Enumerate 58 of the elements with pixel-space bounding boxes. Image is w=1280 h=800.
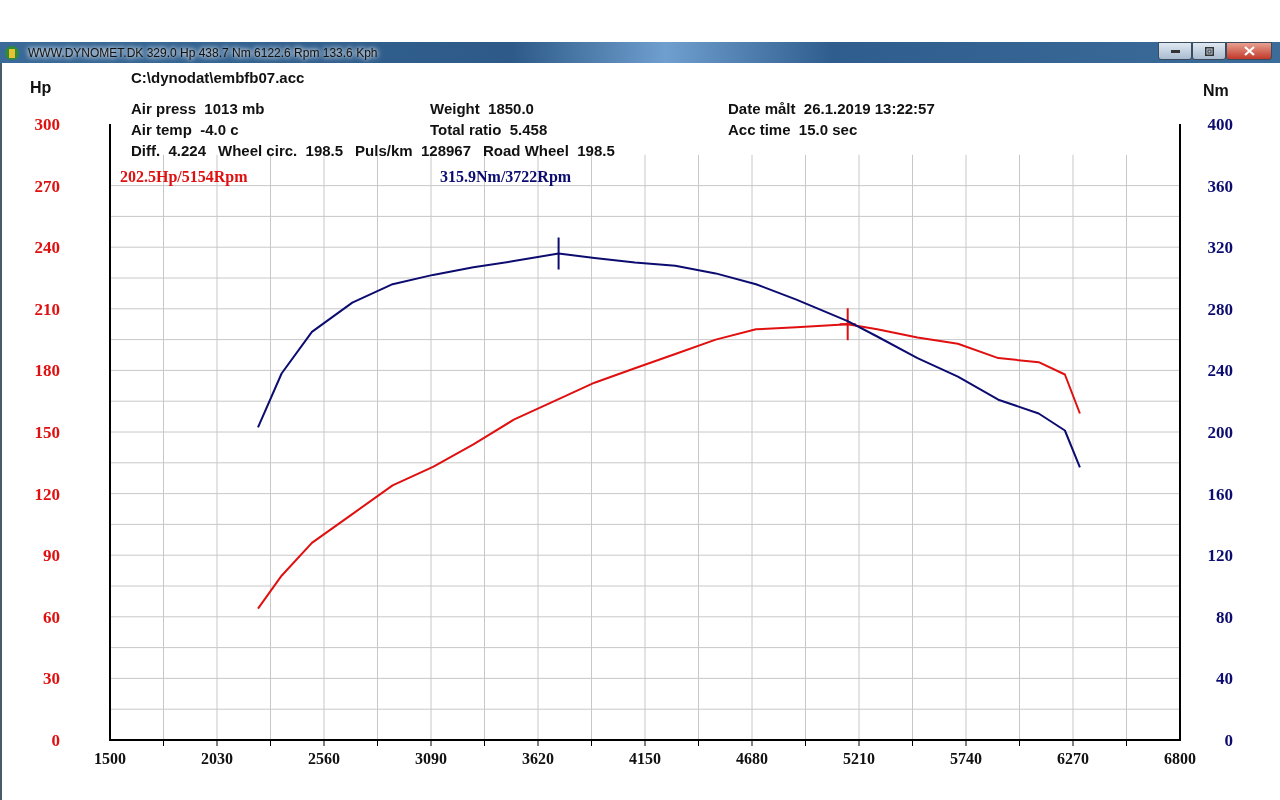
minimize-button[interactable] [1158,42,1192,60]
maximize-button[interactable] [1192,42,1226,60]
y-tick-label: 360 [1207,176,1233,196]
info-field: Date målt 26.1.2019 13:22:57 [728,97,1028,119]
y-tick-label: 120 [34,484,60,504]
info-field: Wheel circ. 198.5 [218,139,344,162]
y-tick-label: 30 [43,669,60,689]
y-tick-label: 240 [34,238,60,258]
y-tick-label: 0 [51,731,60,750]
peak-label: 315.9Nm/3722Rpm [440,168,572,185]
close-button[interactable] [1226,42,1272,60]
file-path: C:\dynodat\embfb07.acc [131,68,306,88]
y-tick-label: 180 [34,361,60,381]
app-icon [4,44,20,61]
x-tick-label: 5210 [843,750,875,767]
info-field: Puls/km 128967 [355,139,472,162]
x-tick-label: 3620 [522,750,554,767]
y-tick-label: 200 [1207,423,1233,442]
peak-marker [557,236,560,271]
x-tick-label: 6800 [1164,750,1196,767]
info-field: Road Wheel 198.5 [483,139,615,162]
x-tick-label: 4680 [736,750,768,767]
axis-title: Nm [1203,82,1229,99]
y-tick-label: 400 [1207,115,1233,134]
y-tick-label: 80 [1216,607,1233,627]
info-field: Acc time 15.0 sec [728,118,1028,140]
y-tick-label: 320 [1207,238,1233,258]
peak-marker [838,307,857,342]
window-title: WWW.DYNOMET.DK 329.0 Hp 438.7 Nm 6122.6 Rpm 133.6 Kph [28,44,378,62]
x-tick-label: 4150 [629,750,661,767]
axis-title: Hp [30,79,52,96]
y-tick-label: 270 [34,176,60,196]
y-tick-label: 300 [34,115,60,134]
x-tick-label: 6270 [1057,750,1089,767]
y-tick-label: 90 [43,546,60,566]
info-field: Diff. 4.224 [131,139,207,162]
info-field: Air temp -4.0 c [131,118,430,140]
info-field: Air press 1013 mb [131,97,430,119]
y-tick-label: 0 [1224,731,1233,750]
info-field: Weight 1850.0 [430,97,728,119]
x-tick-label: 3090 [415,750,447,767]
y-tick-label: 40 [1216,669,1233,689]
y-tick-label: 60 [43,607,60,627]
x-tick-label: 2030 [201,750,233,767]
x-tick-label: 2560 [308,750,340,767]
y-tick-label: 160 [1207,484,1233,504]
minimize-icon [1170,49,1180,53]
y-tick-label: 150 [34,423,60,442]
x-tick-label: 1500 [94,750,126,767]
y-tick-label: 280 [1207,299,1233,319]
y-tick-label: 210 [34,299,60,319]
peak-label: 202.5Hp/5154Rpm [120,168,248,185]
info-field: Total ratio 5.458 [430,118,728,140]
close-icon [1243,46,1255,56]
y-tick-label: 120 [1207,546,1233,566]
x-tick-label: 5740 [950,750,982,767]
maximize-icon [1204,46,1214,56]
y-tick-label: 240 [1207,361,1233,381]
